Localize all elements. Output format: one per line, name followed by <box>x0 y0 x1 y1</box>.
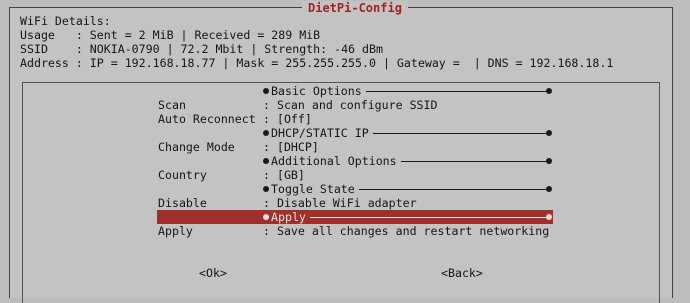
bullet-icon <box>546 158 552 164</box>
menu-item-country-key[interactable]: Country <box>158 168 207 182</box>
section-apply: Apply <box>263 210 552 224</box>
menu-item-apply-value[interactable]: : Save all changes and restart networkin… <box>263 224 549 238</box>
ok-button[interactable]: <Ok> <box>199 266 227 280</box>
bullet-icon <box>546 186 552 192</box>
section-dhcp-static-ip: DHCP/STATIC IP <box>263 126 552 140</box>
section-toggle-state: Toggle State <box>263 182 552 196</box>
dialog-title-wrap: DietPi-Config <box>302 1 408 15</box>
bullet-icon <box>546 88 552 94</box>
menu-item-disable-value[interactable]: : Disable WiFi adapter <box>263 196 417 210</box>
usage-line: Usage : Sent = 2 MiB | Received = 289 Mi… <box>20 28 321 42</box>
dietpi-config-dialog: DietPi-Config WiFi Details: Usage : Sent… <box>9 1 673 303</box>
section-label: Apply <box>269 210 310 224</box>
menu-item-apply-key[interactable]: Apply <box>158 224 193 238</box>
menu-item-change-mode-key[interactable]: Change Mode <box>158 140 235 154</box>
menu-item-auto-reconnect-key[interactable]: Auto Reconnect <box>158 112 256 126</box>
section-label: Additional Options <box>269 154 401 168</box>
bullet-icon <box>546 130 552 136</box>
menu-item-disable-key[interactable]: Disable <box>158 196 207 210</box>
wifi-details-heading: WiFi Details: <box>20 14 111 28</box>
section-basic-options: Basic Options <box>263 84 552 98</box>
back-button[interactable]: <Back> <box>441 266 483 280</box>
menu-item-scan-key[interactable]: Scan <box>158 98 186 112</box>
address-line: Address : IP = 192.168.18.77 | Mask = 25… <box>20 56 614 70</box>
menu-item-change-mode-value[interactable]: : [DHCP] <box>263 140 319 154</box>
selected-row-apply-section[interactable]: Apply <box>157 210 553 224</box>
dialog-title: DietPi-Config <box>308 1 402 15</box>
section-label: Basic Options <box>269 84 366 98</box>
menu-item-country-value[interactable]: : [GB] <box>263 168 305 182</box>
section-label: Toggle State <box>269 182 359 196</box>
menu-item-scan-value[interactable]: : Scan and configure SSID <box>263 98 438 112</box>
ssid-line: SSID : NOKIA-0790 | 72.2 Mbit | Strength… <box>20 42 383 56</box>
menu-box: Basic Options Scan : Scan and configure … <box>22 82 660 303</box>
section-label: DHCP/STATIC IP <box>269 126 373 140</box>
menu-item-auto-reconnect-value[interactable]: : [Off] <box>263 112 312 126</box>
bullet-icon <box>546 214 552 220</box>
section-additional-options: Additional Options <box>263 154 552 168</box>
